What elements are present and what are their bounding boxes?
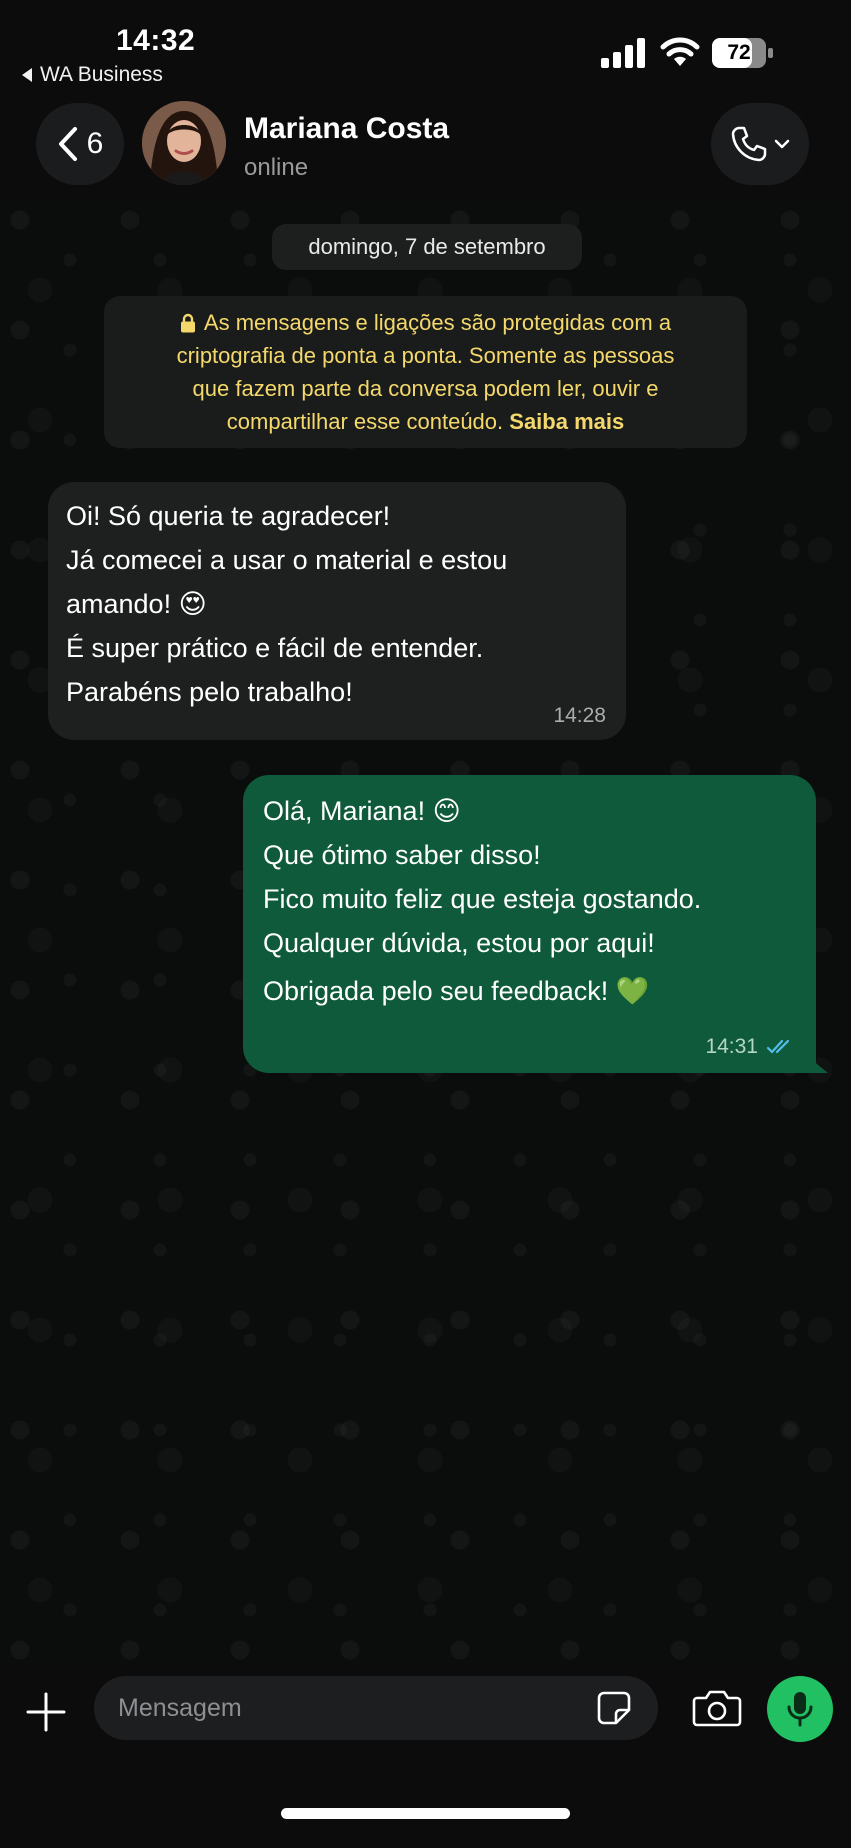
avatar-photo-icon xyxy=(142,101,226,185)
incoming-message-bubble[interactable]: Oi! Só queria te agradecer! Já comecei a… xyxy=(48,482,626,740)
message-line: Já comecei a usar o material e estou xyxy=(66,545,508,575)
chevron-down-icon xyxy=(774,139,790,149)
message-meta: 14:31 xyxy=(705,1035,794,1059)
back-button[interactable]: 6 xyxy=(36,103,124,185)
notice-line-3: que fazem parte da conversa podem ler, o… xyxy=(192,376,659,401)
message-line: Oi! Só queria te agradecer! xyxy=(66,501,391,531)
battery-percent: 72 xyxy=(727,41,751,64)
message-composer xyxy=(0,1660,851,1848)
camera-icon[interactable] xyxy=(692,1688,742,1728)
back-app-label: WA Business xyxy=(40,63,163,86)
notice-line-1: As mensagens e ligações são protegidas c… xyxy=(203,310,672,335)
learn-more-link[interactable]: Saiba mais xyxy=(509,409,624,434)
home-indicator[interactable] xyxy=(281,1808,570,1819)
battery-indicator: 72 xyxy=(712,38,774,68)
notice-line-4: compartilhar esse conteúdo. xyxy=(226,409,504,434)
message-line: amando! 😍 xyxy=(66,589,207,619)
message-line: É super prático e fácil de entender. xyxy=(66,633,484,663)
chat-header: 6 Mariana Costa online xyxy=(0,92,851,200)
sticker-icon[interactable] xyxy=(596,1690,632,1726)
chevron-left-icon xyxy=(58,127,77,161)
phone-icon xyxy=(731,126,767,162)
contact-status: online xyxy=(244,154,309,181)
unread-count: 6 xyxy=(86,127,104,160)
double-check-read-icon xyxy=(766,1039,790,1054)
encryption-notice[interactable]: As mensagens e ligações são protegidas c… xyxy=(104,296,747,448)
status-bar: 14:32 WA Business 72 xyxy=(0,0,851,92)
date-separator: domingo, 7 de setembro xyxy=(272,224,582,270)
message-line: Obrigada pelo seu feedback! 💚 xyxy=(263,976,650,1006)
message-line: Qualquer dúvida, estou por aqui! xyxy=(263,928,655,958)
microphone-button[interactable] xyxy=(767,1676,833,1742)
contact-name[interactable]: Mariana Costa xyxy=(244,112,449,146)
message-line: Que ótimo saber disso! xyxy=(263,840,541,870)
plus-icon[interactable] xyxy=(24,1690,68,1734)
notice-line-2: criptografia de ponta a ponta. Somente a… xyxy=(176,343,675,368)
lock-icon xyxy=(180,313,195,333)
status-time: 14:32 xyxy=(116,24,196,57)
message-time: 14:31 xyxy=(705,1035,758,1058)
contact-avatar[interactable] xyxy=(142,101,226,185)
cellular-signal-icon xyxy=(601,38,645,68)
message-time: 14:28 xyxy=(553,704,606,727)
wifi-icon xyxy=(660,37,700,66)
message-line: Parabéns pelo trabalho! xyxy=(66,677,353,707)
call-button[interactable] xyxy=(711,103,809,185)
message-line: Fico muito feliz que esteja gostando. xyxy=(263,884,702,914)
message-input[interactable] xyxy=(94,1676,658,1740)
outgoing-message-bubble[interactable]: Olá, Mariana! 😊 Que ótimo saber disso! F… xyxy=(243,775,816,1073)
back-to-app-link[interactable]: WA Business xyxy=(22,63,163,87)
message-line: Olá, Mariana! 😊 xyxy=(263,796,461,826)
back-triangle-icon xyxy=(22,68,32,82)
microphone-icon xyxy=(787,1692,813,1727)
